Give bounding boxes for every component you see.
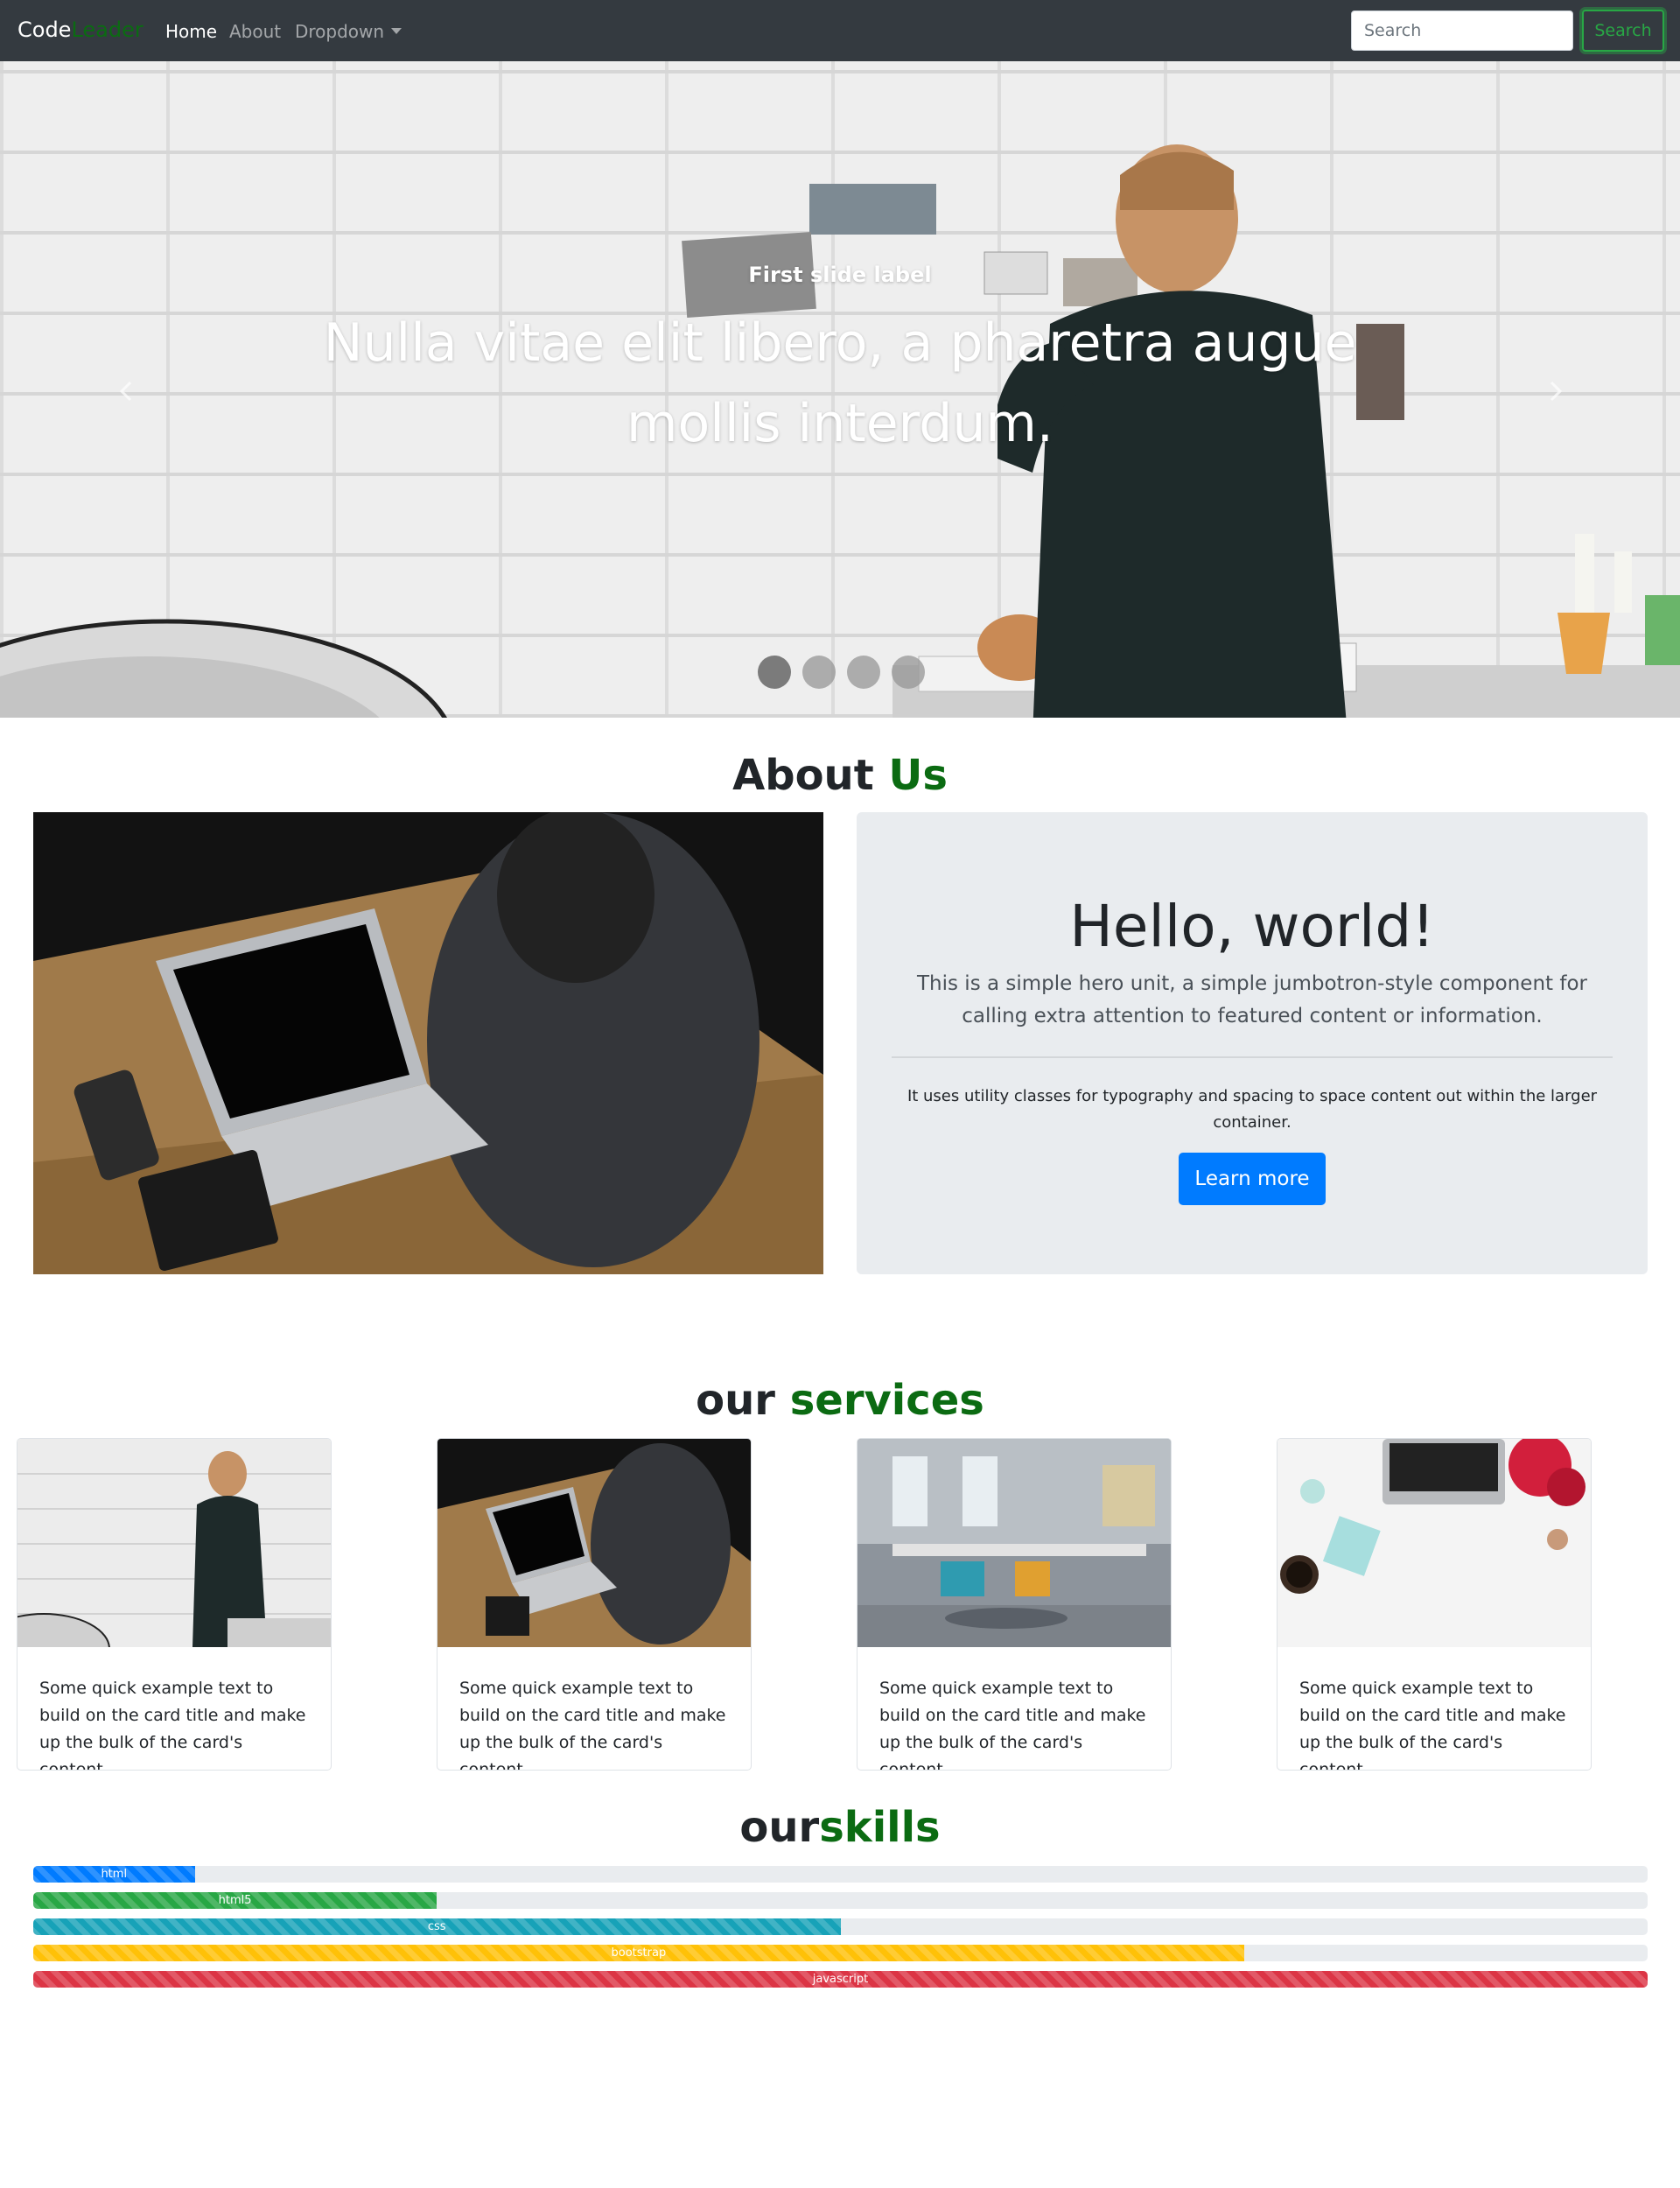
brand-accent: Leader [71,18,144,42]
learn-more-button[interactable]: Learn more [1179,1153,1326,1205]
search-input[interactable] [1351,11,1573,51]
skill-progress-css: css [33,1918,1648,1935]
carousel-indicators [758,656,925,689]
carousel-indicator[interactable] [847,656,880,689]
services-title: our services [0,1376,1680,1425]
card-image [438,1439,751,1647]
carousel-caption: First slide label Nulla vitae elit liber… [0,263,1680,464]
carousel-next-icon[interactable] [1544,381,1565,402]
service-card: Some quick example text to build on the … [1277,1438,1592,1771]
skill-progress-html5: html5 [33,1892,1648,1909]
card-image [1278,1439,1591,1647]
jumbotron-lead: This is a simple hero unit, a simple jum… [917,972,1587,1027]
caption-title: First slide label [748,263,932,287]
services-title-accent: services [789,1376,984,1425]
progress-bar: html5 [33,1892,438,1909]
carousel-indicator[interactable] [892,656,925,689]
skill-progress-javascript: javascript [33,1971,1648,1988]
office-photo [858,1439,1171,1647]
nav-home[interactable]: Home [165,21,217,42]
card-text: Some quick example text to build on the … [39,1679,306,1771]
about-title-main: About [732,751,874,800]
flatlay-photo [1278,1439,1591,1647]
carousel-indicator[interactable] [758,656,791,689]
about-image [33,812,823,1274]
about-title-accent: Us [888,751,948,800]
progress-bar: css [33,1918,841,1935]
wall-photo [18,1439,331,1647]
card-text: Some quick example text to build on the … [879,1679,1146,1771]
progress-bar: html [33,1866,195,1883]
services-title-main: our [696,1376,775,1425]
navbar: CodeLeader Home About Dropdown Search [0,0,1680,61]
caret-down-icon [391,28,402,34]
card-image [858,1439,1171,1647]
skills-title: ourskills [0,1803,1680,1852]
jumbotron: Hello, world! This is a simple hero unit… [857,812,1648,1274]
brand-main: Code [18,18,72,42]
skill-progress-bootstrap: bootstrap [33,1945,1648,1961]
service-card: Some quick example text to build on the … [17,1438,332,1771]
caption-text: Nulla vitae elit libero, a pharetra augu… [323,312,1357,454]
progress-bar: javascript [33,1971,1648,1988]
about-title: About Us [0,751,1680,800]
laptop-photo [438,1439,751,1647]
brand-logo[interactable]: CodeLeader [18,18,144,42]
skills-title-accent: skills [819,1803,941,1852]
skill-progress-html: html [33,1866,1648,1883]
service-card: Some quick example text to build on the … [437,1438,752,1771]
card-text: Some quick example text to build on the … [459,1679,726,1771]
card-image [18,1439,331,1647]
service-card: Some quick example text to build on the … [857,1438,1172,1771]
search-button[interactable]: Search [1582,10,1664,52]
progress-bar: bootstrap [33,1945,1244,1961]
carousel-indicator[interactable] [802,656,836,689]
nav-about[interactable]: About [229,21,281,42]
jumbotron-text: It uses utility classes for typography a… [906,1087,1598,1132]
nav-dropdown-label: Dropdown [295,21,385,42]
hero-carousel: First slide label Nulla vitae elit liber… [0,61,1680,718]
nav-dropdown[interactable]: Dropdown [295,21,402,42]
carousel-prev-icon[interactable] [116,381,137,402]
jumbotron-heading: Hello, world! [1069,893,1435,960]
laptop-desk-photo [33,812,823,1274]
skills-title-main: our [739,1803,820,1852]
card-text: Some quick example text to build on the … [1299,1679,1566,1771]
jumbotron-divider [892,1056,1613,1058]
